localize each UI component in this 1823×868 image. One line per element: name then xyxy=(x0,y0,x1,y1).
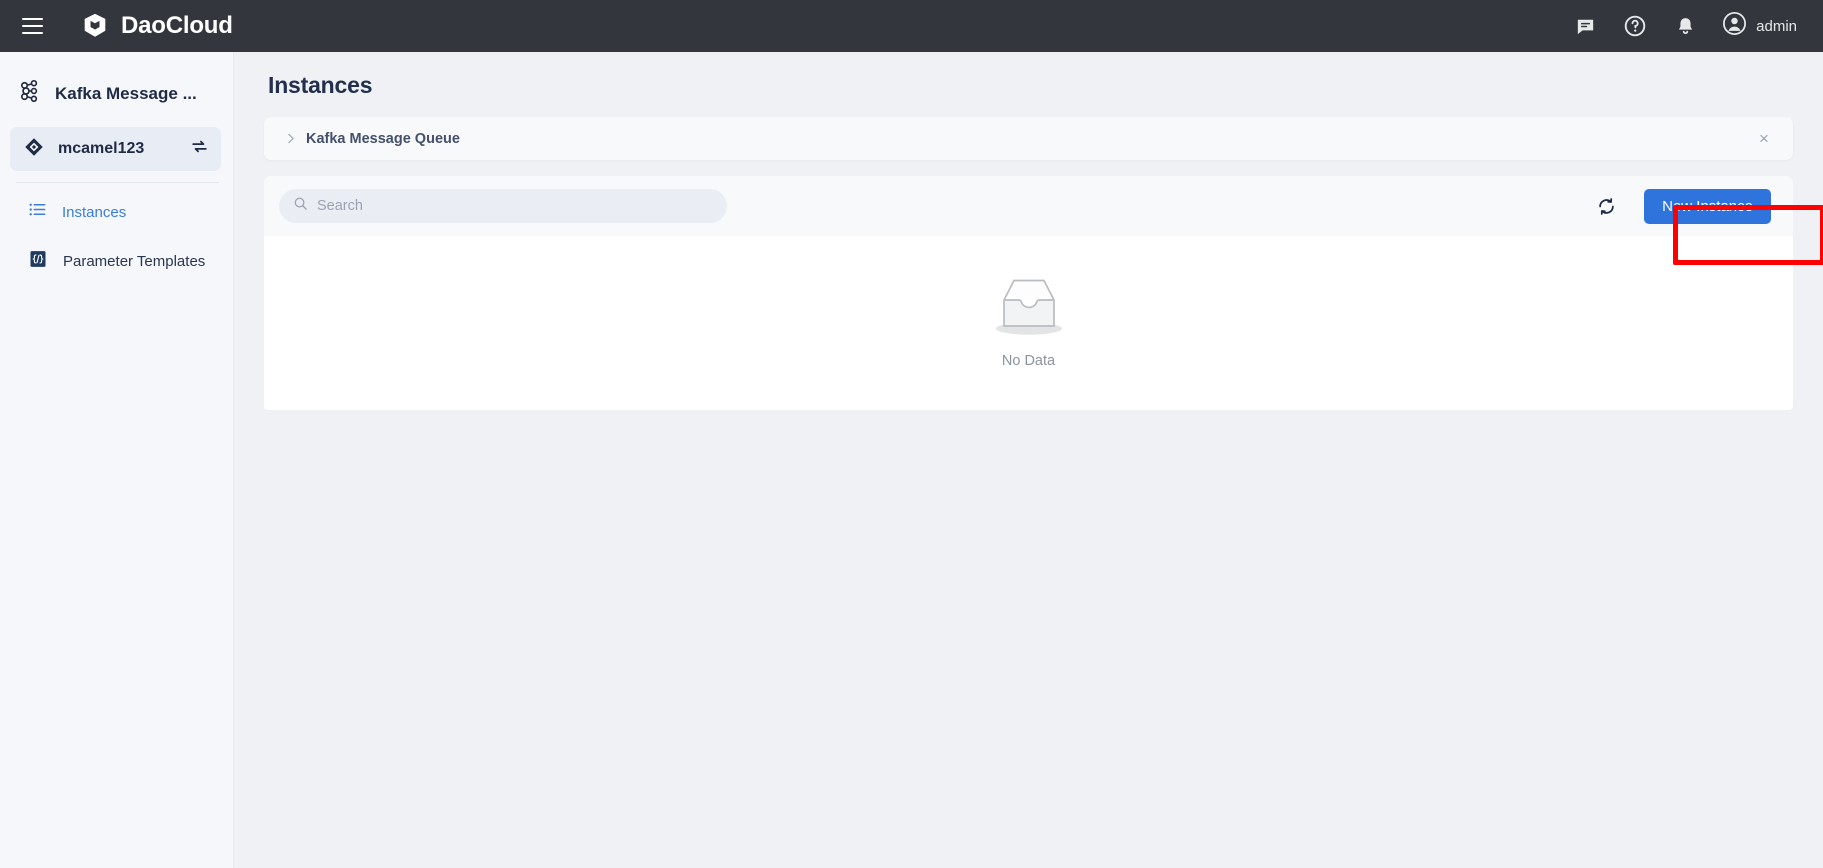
close-icon[interactable]: × xyxy=(1753,128,1775,150)
sidebar-instance-selector[interactable]: mcamel123 xyxy=(10,127,221,171)
top-header: DaoCloud admin xyxy=(0,0,1823,52)
empty-state: No Data xyxy=(988,273,1070,369)
instances-table-panel: No Data xyxy=(264,236,1793,410)
switch-instance-icon[interactable] xyxy=(190,137,209,161)
chat-icon[interactable] xyxy=(1572,13,1598,39)
code-braces-icon xyxy=(28,249,48,274)
sidebar-item-parameter-templates-label: Parameter Templates xyxy=(63,252,206,270)
search-icon xyxy=(293,196,308,216)
user-name: admin xyxy=(1756,17,1797,35)
search-input[interactable] xyxy=(317,198,713,214)
user-avatar-icon xyxy=(1722,11,1747,41)
header-actions: admin xyxy=(1572,11,1797,41)
sidebar-item-parameter-templates[interactable]: Parameter Templates xyxy=(10,241,221,281)
breadcrumb-label: Kafka Message Queue xyxy=(306,130,460,147)
user-menu[interactable]: admin xyxy=(1722,11,1797,41)
sidebar-product-header[interactable]: Kafka Message ... xyxy=(0,70,233,117)
page-title: Instances xyxy=(268,72,373,98)
toolbar-actions: New Instance xyxy=(1594,188,1771,224)
daocloud-cube-logo xyxy=(80,11,110,41)
sidebar-divider xyxy=(16,182,219,183)
breadcrumb: Kafka Message Queue × xyxy=(264,117,1793,160)
instance-diamond-icon xyxy=(23,136,45,163)
sidebar-product-title: Kafka Message ... xyxy=(55,83,197,103)
main-content: Instances Kafka Message Queue × Search N… xyxy=(234,52,1823,868)
empty-inbox-icon xyxy=(988,273,1070,344)
empty-state-label: No Data xyxy=(1001,353,1056,369)
sidebar-item-instances[interactable]: Instances xyxy=(10,192,221,232)
brand-logo-link[interactable]: DaoCloud xyxy=(80,11,233,41)
notifications-bell-icon[interactable] xyxy=(1672,13,1698,39)
kafka-logo-icon xyxy=(16,78,42,109)
search-box[interactable] xyxy=(279,189,727,223)
refresh-icon[interactable] xyxy=(1594,194,1618,218)
toolbar: New Instance xyxy=(264,176,1793,236)
new-instance-button[interactable]: New Instance xyxy=(1644,188,1771,224)
brand-name: DaoCloud xyxy=(121,12,233,39)
sidebar-instance-name: mcamel123 xyxy=(58,140,145,157)
help-icon[interactable] xyxy=(1622,13,1648,39)
list-icon xyxy=(28,200,47,224)
sidebar: Kafka Message ... mcamel123 Instances Pa… xyxy=(0,52,234,868)
chevron-right-icon[interactable] xyxy=(280,129,300,149)
sidebar-item-instances-label: Instances xyxy=(62,203,127,221)
hamburger-menu-icon[interactable] xyxy=(18,12,46,40)
